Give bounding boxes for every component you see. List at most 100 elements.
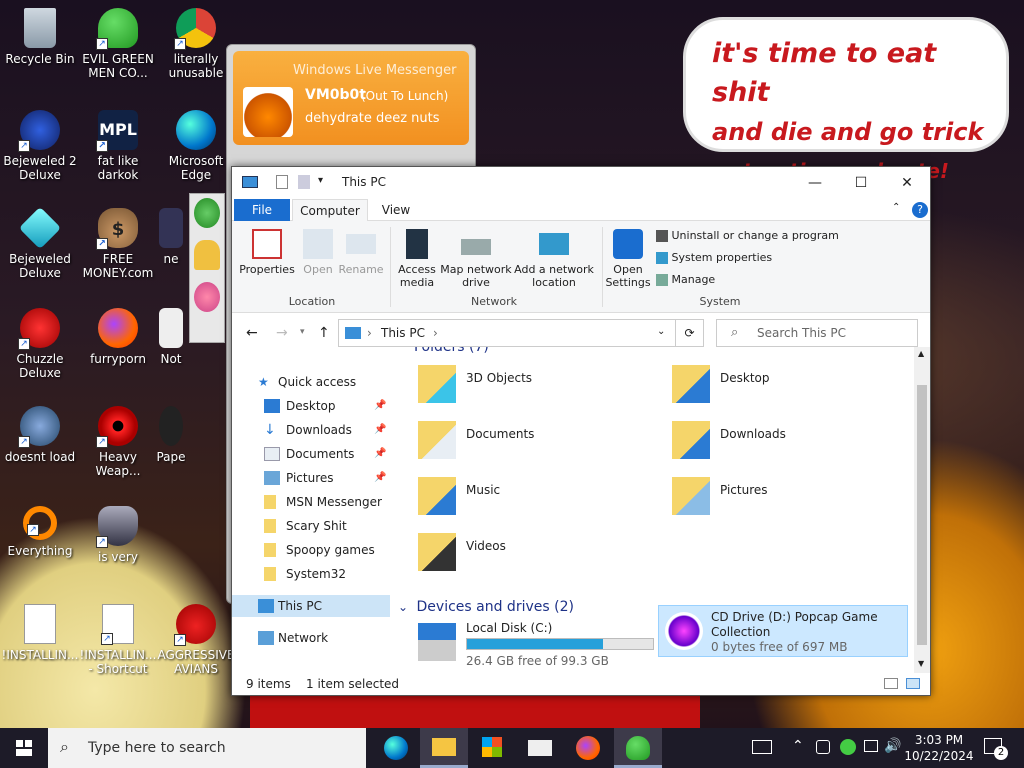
back-button[interactable]: ← <box>246 325 258 341</box>
folder-downloads[interactable]: Downloads <box>668 417 914 467</box>
open-button[interactable]: Open <box>298 229 338 276</box>
minimize-button[interactable]: — <box>792 167 838 199</box>
network-tray-icon[interactable] <box>864 740 878 752</box>
desktop-icon-literally-unusable[interactable]: ↗ literally unusable <box>156 8 236 80</box>
nav-this-pc[interactable]: This PC <box>232 595 390 617</box>
access-media-button[interactable]: Access media <box>394 229 440 289</box>
start-button[interactable] <box>0 728 48 768</box>
collapse-ribbon-icon[interactable]: ⌃ <box>892 202 900 213</box>
map-network-drive-button[interactable]: Map network drive <box>440 229 512 289</box>
tab-file[interactable]: File <box>234 199 290 221</box>
folder-music[interactable]: Music <box>414 473 664 523</box>
file-list[interactable]: Folders (7) 3D Objects Desktop Documents… <box>396 347 914 673</box>
drive-local-disk-c[interactable]: Local Disk (C:) 26.4 GB free of 99.3 GB <box>414 619 664 669</box>
folder-3d-objects[interactable]: 3D Objects <box>414 361 664 411</box>
msn-personal-message[interactable]: dehydrate deez nuts <box>305 111 440 126</box>
desktop-icon-evil-green-men[interactable]: ↗ EVIL GREEN MEN CO... <box>78 8 158 80</box>
bell-icon[interactable] <box>194 240 220 270</box>
nav-documents[interactable]: Documents 📌 <box>232 443 390 465</box>
recent-locations-icon[interactable]: ▾ <box>300 327 305 337</box>
scroll-down-icon[interactable]: ▼ <box>918 659 924 668</box>
desktop-icon-aggressive-avians[interactable]: ↗ AGGRESSIVE AVIANS <box>156 604 236 676</box>
desktop-icon-fat-like-darkok[interactable]: MPL ↗ fat like darkok <box>78 110 158 182</box>
taskbar-mail[interactable] <box>516 728 564 768</box>
file-explorer-window[interactable]: ▾ This PC — ☐ ✕ File Computer View ⌃ ? P… <box>231 166 931 696</box>
nav-msn-messenger[interactable]: MSN Messenger <box>232 491 390 513</box>
desktop-icon-thunderbird[interactable]: ↗ doesnt load <box>0 406 80 464</box>
address-bar[interactable]: › This PC › ⌄ ⟳ <box>338 319 704 347</box>
task-manager-tray-icon[interactable] <box>752 740 772 754</box>
desktop-icon-not[interactable]: Not <box>156 308 186 366</box>
help-icon[interactable]: ? <box>912 202 928 218</box>
forward-button[interactable]: → <box>276 325 288 341</box>
folder-desktop[interactable]: Desktop <box>668 361 914 411</box>
folder-pictures[interactable]: Pictures <box>668 473 914 523</box>
manage-button[interactable]: Manage <box>656 273 715 286</box>
taskbar-firefox[interactable] <box>564 728 612 768</box>
nav-downloads[interactable]: ↓ Downloads 📌 <box>232 419 390 441</box>
address-dropdown-icon[interactable]: ⌄ <box>657 326 665 337</box>
navigation-pane[interactable]: ★ Quick access Desktop 📌 ↓ Downloads 📌 D… <box>232 363 392 673</box>
desktop-icon-ne[interactable]: ne <box>156 208 186 266</box>
msn-status[interactable]: (Out To Lunch) <box>361 89 448 103</box>
title-bar[interactable]: ▾ This PC — ☐ ✕ <box>232 167 930 199</box>
nav-spoopy-games[interactable]: Spoopy games <box>232 539 390 561</box>
desktop-icon-pape[interactable]: Pape <box>156 406 186 464</box>
qa-dropdown-icon[interactable]: ▾ <box>318 175 323 186</box>
desktop-icon-is-very[interactable]: ↗ is very <box>78 506 158 564</box>
desktop-icon-furryporn[interactable]: furryporn <box>78 308 158 366</box>
nav-system32[interactable]: System32 <box>232 563 390 585</box>
desktop-icon-recycle-bin[interactable]: Recycle Bin <box>0 8 80 66</box>
details-view-icon[interactable] <box>884 678 898 689</box>
large-icons-view-icon[interactable] <box>906 678 920 689</box>
up-button[interactable]: ↑ <box>318 325 330 341</box>
taskbar-store[interactable] <box>468 728 516 768</box>
desktop-icon-bejeweled[interactable]: Bejeweled Deluxe <box>0 206 80 280</box>
refresh-button[interactable]: ⟳ <box>675 320 703 346</box>
desktop-icon-chuzzle[interactable]: ↗ Chuzzle Deluxe <box>0 308 80 380</box>
taskbar-msn-messenger[interactable] <box>614 728 662 768</box>
nav-pictures[interactable]: Pictures 📌 <box>232 467 390 489</box>
pumpkin-avatar[interactable] <box>243 87 293 137</box>
msn-display-name[interactable]: VM0b0t <box>305 87 366 103</box>
breadcrumb[interactable]: This PC <box>381 326 425 340</box>
folder-videos[interactable]: Videos <box>414 529 664 579</box>
notification-center-button[interactable]: 2 <box>982 736 1008 760</box>
show-hidden-icons-icon[interactable]: ⌃ <box>792 738 804 754</box>
folder-documents[interactable]: Documents <box>414 417 664 467</box>
tab-view[interactable]: View <box>372 199 420 221</box>
folders-group-header[interactable]: Folders (7) <box>414 347 489 355</box>
close-button[interactable]: ✕ <box>884 167 930 199</box>
tab-computer[interactable]: Computer <box>292 199 368 221</box>
properties-qa-icon[interactable] <box>276 175 288 189</box>
clock[interactable]: 3:03 PM 10/22/2024 <box>900 732 978 764</box>
volume-tray-icon[interactable]: 🔊 <box>884 738 901 754</box>
taskbar-file-explorer[interactable] <box>420 728 468 768</box>
nav-scary-shit[interactable]: Scary Shit <box>232 515 390 537</box>
new-folder-qa-icon[interactable] <box>298 175 310 189</box>
scroll-up-icon[interactable]: ▲ <box>918 349 924 358</box>
maximize-button[interactable]: ☐ <box>838 167 884 199</box>
add-network-location-button[interactable]: Add a network location <box>514 229 594 289</box>
drive-cd-d[interactable]: CD Drive (D:) Popcap Game Collection 0 b… <box>658 605 908 657</box>
desktop-icon-bejeweled2[interactable]: ↗ Bejeweled 2 Deluxe <box>0 110 80 182</box>
taskbar-search[interactable]: ⌕ Type here to search <box>48 728 366 768</box>
desktop-icon-installing-shortcut[interactable]: ↗ !INSTALLIN... - Shortcut <box>78 604 158 676</box>
nav-desktop[interactable]: Desktop 📌 <box>232 395 390 417</box>
device-tray-icon[interactable] <box>816 740 830 754</box>
nav-network[interactable]: Network <box>232 627 390 649</box>
nav-quick-access[interactable]: ★ Quick access <box>232 371 390 393</box>
taskbar-edge[interactable] <box>372 728 420 768</box>
vertical-scrollbar[interactable]: ▲ ▼ <box>914 347 930 673</box>
flowers-icon[interactable] <box>194 282 220 312</box>
properties-button[interactable]: Properties <box>238 229 296 276</box>
search-input[interactable]: Search This PC <box>757 326 846 340</box>
contacts-icon[interactable] <box>194 198 220 228</box>
desktop-icon-free-money[interactable]: $ ↗ FREE MONEY.com <box>78 208 158 280</box>
system-properties-button[interactable]: System properties <box>656 251 772 264</box>
scroll-thumb[interactable] <box>917 385 927 645</box>
desktop-icon-heavy-weapon[interactable]: ↗ Heavy Weap... <box>78 406 158 478</box>
search-input[interactable]: Type here to search <box>88 740 226 756</box>
rename-button[interactable]: Rename <box>338 229 384 276</box>
msn-side-toolbar[interactable] <box>189 193 225 343</box>
